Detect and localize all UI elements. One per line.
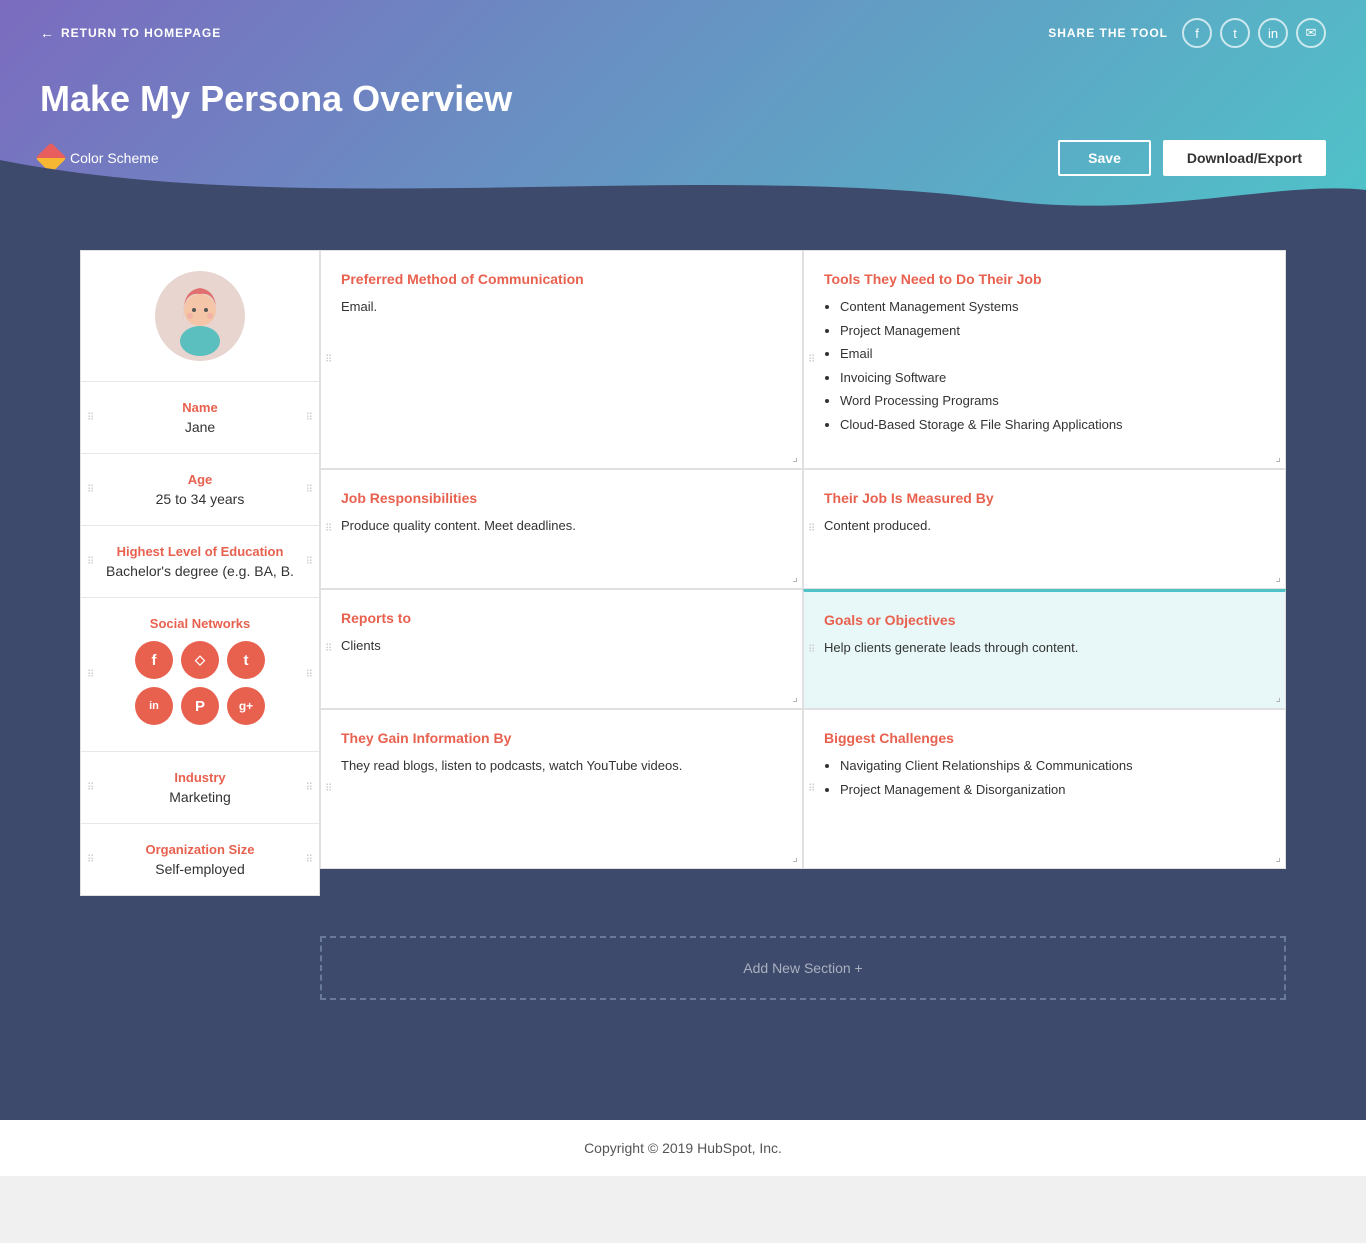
tools-card: Tools They Need to Do Their Job Content … xyxy=(803,250,1286,469)
social-icons-row-2: in P g+ xyxy=(97,687,303,725)
reports-to-title: Reports to xyxy=(341,610,782,626)
pref-comm-title: Preferred Method of Communication xyxy=(341,271,782,287)
age-label: Age xyxy=(97,472,303,487)
gain-info-content: They read blogs, listen to podcasts, wat… xyxy=(341,756,782,776)
footer-copyright: Copyright © 2019 HubSpot, Inc. xyxy=(584,1140,782,1156)
card-resize-handle[interactable]: ⌟ xyxy=(792,690,798,704)
footer: Copyright © 2019 HubSpot, Inc. xyxy=(0,1120,1366,1176)
job-responsibilities-card: Job Responsibilities Produce quality con… xyxy=(320,469,803,589)
challenges-list: Navigating Client Relationships & Commun… xyxy=(824,756,1265,799)
social-networks-section: Social Networks f ◇ t in P g+ xyxy=(81,598,319,752)
list-item: Word Processing Programs xyxy=(840,391,1265,411)
preferred-communication-card: Preferred Method of Communication Email.… xyxy=(320,250,803,469)
persona-main-content: Preferred Method of Communication Email.… xyxy=(320,250,1286,869)
pref-comm-content: Email. xyxy=(341,297,782,317)
avatar-section xyxy=(81,251,319,382)
avatar-image xyxy=(160,276,240,356)
cards-row-3: Reports to Clients ⌟ Goals or Objectives… xyxy=(320,589,1286,709)
list-item: Cloud-Based Storage & File Sharing Appli… xyxy=(840,415,1265,435)
share-area: SHARE THE TOOL f t in ✉ xyxy=(1048,18,1326,48)
name-label: Name xyxy=(97,400,303,415)
org-size-value: Self-employed xyxy=(97,861,303,877)
twitter-icon[interactable]: t xyxy=(227,641,265,679)
education-section: Highest Level of Education Bachelor's de… xyxy=(81,526,319,598)
social-networks-label: Social Networks xyxy=(97,616,303,631)
challenges-card: Biggest Challenges Navigating Client Rel… xyxy=(803,709,1286,869)
social-icons-container: f ◇ t in P g+ xyxy=(97,641,303,725)
instagram-icon[interactable]: ◇ xyxy=(181,641,219,679)
industry-section: Industry Marketing xyxy=(81,752,319,824)
return-to-homepage-link[interactable]: ← RETURN TO HOMEPAGE xyxy=(40,25,221,41)
goals-content: Help clients generate leads through cont… xyxy=(824,638,1265,658)
education-value: Bachelor's degree (e.g. BA, B. xyxy=(97,563,303,579)
cards-row-4: They Gain Information By They read blogs… xyxy=(320,709,1286,869)
social-icons-row-1: f ◇ t xyxy=(97,641,303,679)
age-value: 25 to 34 years xyxy=(97,491,303,507)
challenges-content: Navigating Client Relationships & Commun… xyxy=(824,756,1265,799)
list-item: Email xyxy=(840,344,1265,364)
header-background: ← RETURN TO HOMEPAGE SHARE THE TOOL f t … xyxy=(0,0,1366,220)
industry-value: Marketing xyxy=(97,789,303,805)
card-resize-handle[interactable]: ⌟ xyxy=(1275,450,1281,464)
goals-title: Goals or Objectives xyxy=(824,612,1265,628)
list-item: Content Management Systems xyxy=(840,297,1265,317)
job-measured-card: Their Job Is Measured By Content produce… xyxy=(803,469,1286,589)
age-section: Age 25 to 34 years xyxy=(81,454,319,526)
tools-title: Tools They Need to Do Their Job xyxy=(824,271,1265,287)
tools-content: Content Management Systems Project Manag… xyxy=(824,297,1265,434)
tools-list: Content Management Systems Project Manag… xyxy=(824,297,1265,434)
twitter-share-icon[interactable]: t xyxy=(1220,18,1250,48)
industry-label: Industry xyxy=(97,770,303,785)
gain-info-title: They Gain Information By xyxy=(341,730,782,746)
gain-info-card: They Gain Information By They read blogs… xyxy=(320,709,803,869)
persona-grid: Name Jane Age 25 to 34 years Highest Lev… xyxy=(80,250,1286,896)
linkedin-icon[interactable]: in xyxy=(135,687,173,725)
linkedin-share-icon[interactable]: in xyxy=(1258,18,1288,48)
job-measured-title: Their Job Is Measured By xyxy=(824,490,1265,506)
org-size-label: Organization Size xyxy=(97,842,303,857)
reports-to-card: Reports to Clients ⌟ xyxy=(320,589,803,709)
google-plus-icon[interactable]: g+ xyxy=(227,687,265,725)
return-arrow-icon: ← xyxy=(40,25,55,41)
avatar xyxy=(155,271,245,361)
list-item: Project Management xyxy=(840,321,1265,341)
persona-sidebar: Name Jane Age 25 to 34 years Highest Lev… xyxy=(80,250,320,896)
goals-card: Goals or Objectives Help clients generat… xyxy=(803,589,1286,709)
job-resp-content: Produce quality content. Meet deadlines. xyxy=(341,516,782,536)
email-share-icon[interactable]: ✉ xyxy=(1296,18,1326,48)
card-resize-handle[interactable]: ⌟ xyxy=(1275,570,1281,584)
name-section: Name Jane xyxy=(81,382,319,454)
page-title: Make My Persona Overview xyxy=(40,78,1326,120)
card-resize-handle[interactable]: ⌟ xyxy=(792,450,798,464)
card-resize-handle[interactable]: ⌟ xyxy=(1275,690,1281,704)
add-new-section-button[interactable]: Add New Section + xyxy=(320,936,1286,1000)
facebook-share-icon[interactable]: f xyxy=(1182,18,1212,48)
list-item: Invoicing Software xyxy=(840,368,1265,388)
card-resize-handle[interactable]: ⌟ xyxy=(792,850,798,864)
list-item: Navigating Client Relationships & Commun… xyxy=(840,756,1265,776)
main-content: Name Jane Age 25 to 34 years Highest Lev… xyxy=(0,220,1366,1120)
pinterest-icon[interactable]: P xyxy=(181,687,219,725)
list-item: Project Management & Disorganization xyxy=(840,780,1265,800)
add-section-container: Add New Section + xyxy=(320,916,1286,1000)
card-resize-handle[interactable]: ⌟ xyxy=(792,570,798,584)
share-label: SHARE THE TOOL xyxy=(1048,26,1168,40)
org-size-section: Organization Size Self-employed xyxy=(81,824,319,895)
challenges-title: Biggest Challenges xyxy=(824,730,1265,746)
return-label: RETURN TO HOMEPAGE xyxy=(61,26,221,40)
education-label: Highest Level of Education xyxy=(97,544,303,559)
cards-row-2: Job Responsibilities Produce quality con… xyxy=(320,469,1286,589)
name-value: Jane xyxy=(97,419,303,435)
wave-decoration xyxy=(0,160,1366,220)
job-resp-title: Job Responsibilities xyxy=(341,490,782,506)
cards-row-1: Preferred Method of Communication Email.… xyxy=(320,250,1286,469)
job-measured-content: Content produced. xyxy=(824,516,1265,536)
facebook-icon[interactable]: f xyxy=(135,641,173,679)
header-top: ← RETURN TO HOMEPAGE SHARE THE TOOL f t … xyxy=(40,18,1326,48)
reports-to-content: Clients xyxy=(341,636,782,656)
card-resize-handle[interactable]: ⌟ xyxy=(1275,850,1281,864)
